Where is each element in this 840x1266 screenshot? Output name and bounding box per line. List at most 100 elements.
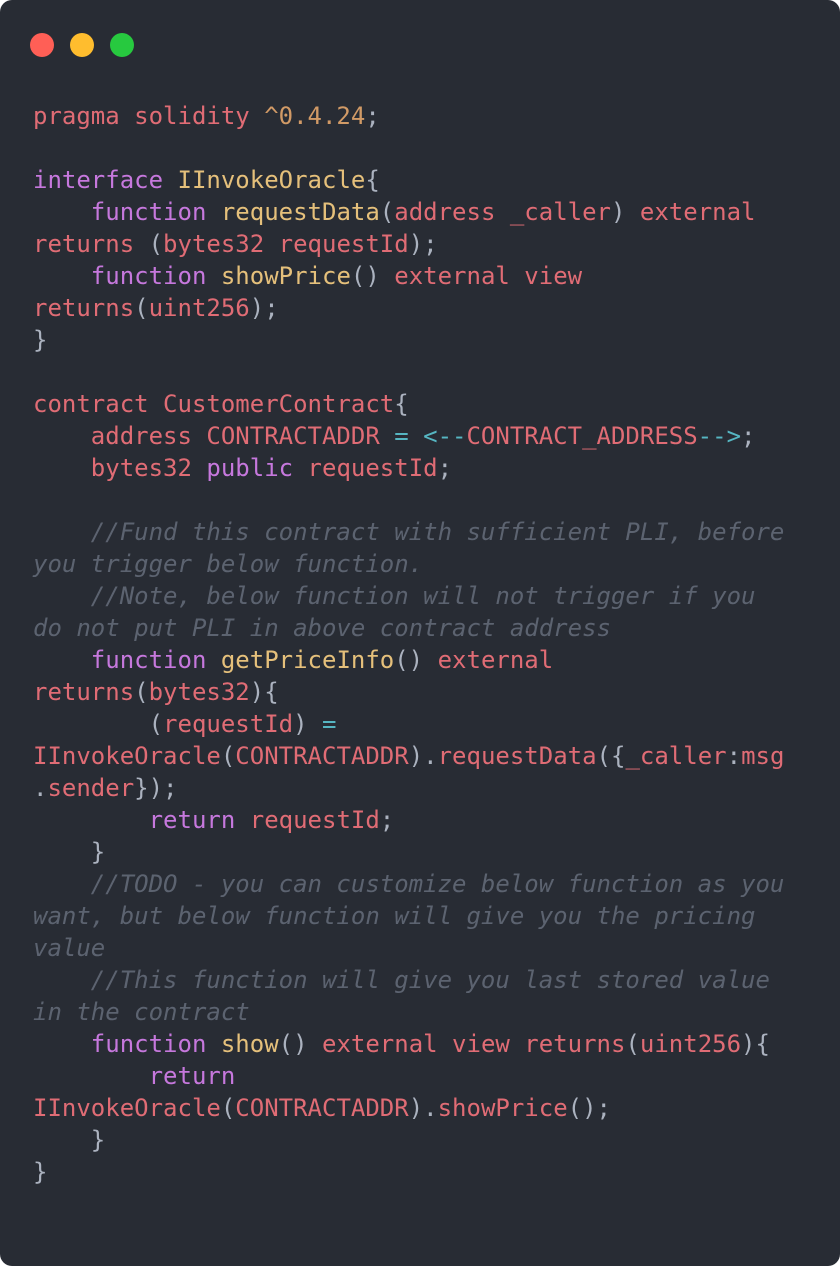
code-token: ) (293, 710, 322, 738)
code-token: public (206, 454, 308, 482)
code-token: //This function will give you last store… (33, 966, 770, 994)
code-token: value (33, 934, 106, 962)
code-token: interface (33, 166, 178, 194)
code-token: }); (134, 774, 178, 802)
code-token: CONTRACTADDR (235, 742, 409, 770)
code-token: IInvokeOracle (33, 1094, 221, 1122)
code-token: ){ (249, 678, 279, 706)
code-token: function (90, 262, 221, 290)
code-line: .sender}); (33, 772, 793, 804)
code-token: { (394, 390, 409, 418)
code-line: want, but below function will give you t… (33, 900, 793, 932)
code-token: ; (379, 806, 395, 834)
code-token: requestId (307, 454, 438, 482)
code-token: contract (33, 390, 164, 418)
code-token: ; (741, 422, 756, 450)
code-line: pragma solidity ^0.4.24; (33, 100, 793, 132)
zoom-button[interactable] (110, 33, 134, 57)
code-token: IInvokeOracle (33, 742, 221, 770)
close-button[interactable] (30, 33, 54, 57)
code-token: ){ (741, 1030, 770, 1058)
code-token: address CONTRACTADDR (90, 422, 395, 450)
code-token: : (726, 742, 742, 770)
code-token: uint256 (639, 1030, 742, 1058)
code-token: ); (249, 294, 279, 322)
code-line: you trigger below function. (33, 548, 793, 580)
code-block: pragma solidity ^0.4.24; interface IInvo… (33, 100, 793, 1188)
code-token: ( (220, 1094, 236, 1122)
code-token: --> (697, 422, 742, 450)
code-token: ; (365, 102, 380, 130)
code-token: pragma solidity (33, 102, 265, 130)
code-token: ( (33, 710, 164, 738)
code-token: ) (611, 198, 640, 226)
code-line: //This function will give you last store… (33, 964, 793, 996)
code-token: CustomerContract (163, 390, 395, 418)
code-line: //Fund this contract with sufficient PLI… (33, 516, 793, 548)
code-line: IInvokeOracle(CONTRACTADDR).showPrice(); (33, 1092, 793, 1124)
code-token: //TODO - you can customize below functio… (33, 870, 785, 898)
code-token: function (90, 198, 221, 226)
code-token: you trigger below function. (33, 550, 424, 578)
minimize-button[interactable] (70, 33, 94, 57)
code-line: function show() external view returns(ui… (33, 1028, 793, 1060)
code-line: returns (bytes32 requestId); (33, 228, 793, 260)
code-token: ; (437, 454, 453, 482)
code-token: sender (47, 774, 135, 802)
code-token: CONTRACT_ADDRESS (466, 422, 698, 450)
code-token: ( (625, 1030, 640, 1058)
code-token: show (220, 1030, 279, 1058)
code-token: address _caller (394, 198, 611, 226)
code-line: in the contract (33, 996, 793, 1028)
code-token: () (350, 262, 395, 290)
window-titlebar (0, 0, 840, 80)
code-token: getPriceInfo (220, 646, 395, 674)
code-token: returns (33, 230, 149, 258)
code-token: ({ (596, 742, 626, 770)
code-token: requestData (220, 198, 380, 226)
code-line: bytes32 public requestId; (33, 452, 793, 484)
code-token: requestData (437, 742, 597, 770)
code-token: () (394, 646, 438, 674)
code-token: } (33, 1158, 48, 1186)
code-token: . (33, 774, 48, 802)
code-line: function requestData(address _caller) ex… (33, 196, 793, 228)
code-line: returns(uint256); (33, 292, 793, 324)
code-token: return (148, 806, 250, 834)
code-token: //Fund this contract with sufficient PLI… (33, 518, 785, 546)
code-line: IInvokeOracle(CONTRACTADDR).requestData(… (33, 740, 793, 772)
code-token: external view returns (322, 1030, 626, 1058)
code-token: external (639, 198, 756, 226)
code-token: bytes32 (90, 454, 207, 482)
code-line: interface IInvokeOracle{ (33, 164, 793, 196)
code-token: function (90, 646, 221, 674)
code-token: returns (33, 294, 135, 322)
code-line: //TODO - you can customize below functio… (33, 868, 793, 900)
code-token: CONTRACTADDR (235, 1094, 409, 1122)
code-token: requestId (249, 806, 380, 834)
code-token: (); (567, 1094, 611, 1122)
code-line: (requestId) = (33, 708, 793, 740)
code-token: showPrice (220, 262, 351, 290)
code-token: ( (148, 230, 164, 258)
code-line: return requestId; (33, 804, 793, 836)
code-window: pragma solidity ^0.4.24; interface IInvo… (0, 0, 840, 1266)
code-token: do not put PLI in above contract address (33, 614, 611, 642)
code-line: do not put PLI in above contract address (33, 612, 793, 644)
code-token: ); (408, 230, 438, 258)
code-token: return (148, 1062, 236, 1090)
code-token: showPrice (437, 1094, 568, 1122)
code-token: function (90, 1030, 221, 1058)
code-line: contract CustomerContract{ (33, 388, 793, 420)
code-line: value (33, 932, 793, 964)
